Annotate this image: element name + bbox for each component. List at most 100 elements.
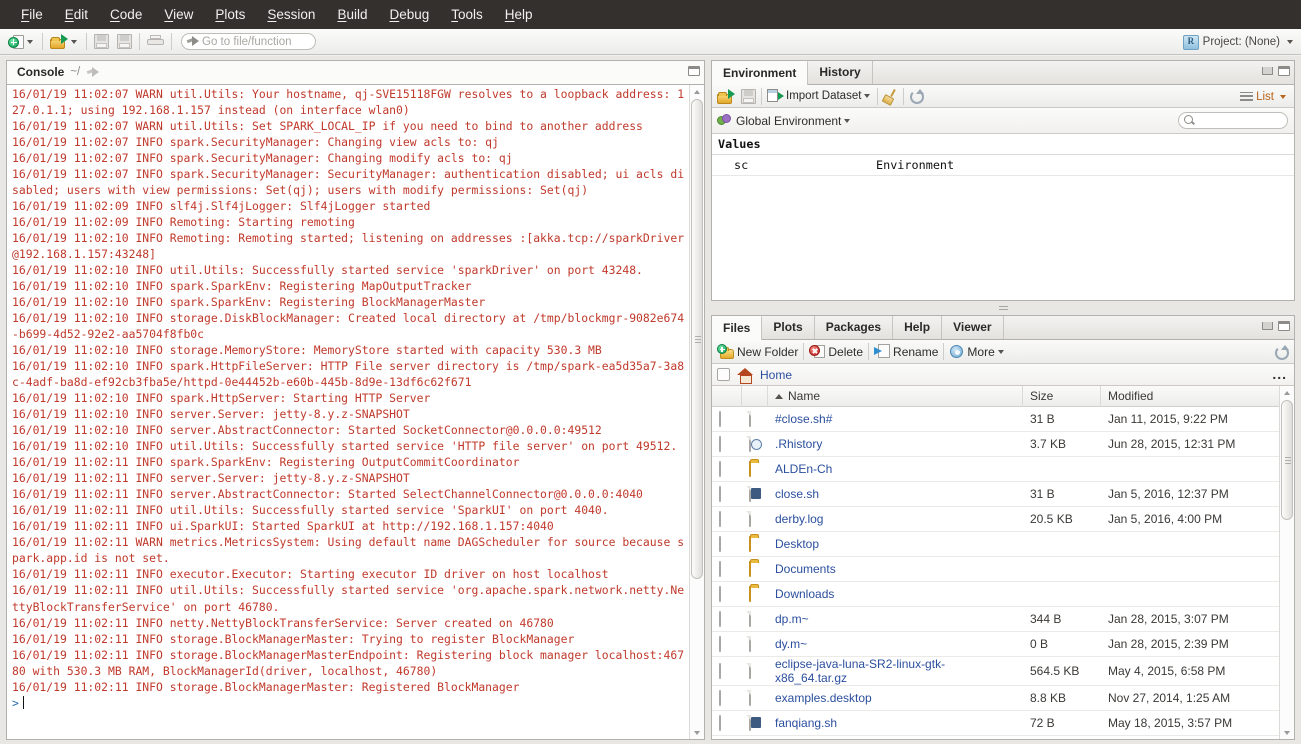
broom-clear-icon[interactable] — [882, 88, 898, 106]
table-row[interactable]: .Rhistory 3.7 KB Jun 28, 2015, 12:31 PM — [712, 432, 1279, 457]
refresh-icon[interactable] — [909, 89, 925, 104]
console-scrollbar[interactable] — [689, 85, 704, 739]
file-name[interactable]: examples.desktop — [768, 691, 1023, 705]
file-name[interactable]: eclipse-java-luna-SR2-linux-gtk-x86_64.t… — [768, 657, 1023, 685]
table-row[interactable]: examples.desktop 8.8 KB Nov 27, 2014, 1:25… — [712, 686, 1279, 711]
table-row[interactable]: eclipse-java-luna-SR2-linux-gtk-x86_64.t… — [712, 657, 1279, 686]
scroll-down-icon[interactable] — [690, 726, 704, 739]
minimize-files-button[interactable] — [1262, 322, 1273, 330]
chevron-down-icon[interactable] — [844, 118, 851, 123]
file-name[interactable]: fanqiang.sh — [768, 716, 1023, 730]
environment-view-mode[interactable]: List — [1240, 85, 1288, 108]
file-name[interactable]: dp.m~ — [768, 612, 1023, 626]
file-name[interactable]: dy.m~ — [768, 637, 1023, 651]
table-row[interactable]: dp.m~ 344 B Jan 28, 2015, 3:07 PM — [712, 607, 1279, 632]
delete-label[interactable]: Delete — [828, 345, 863, 359]
row-checkbox[interactable] — [719, 536, 721, 552]
table-row[interactable]: Documents — [712, 557, 1279, 582]
menu-item-help[interactable]: Help — [494, 3, 544, 26]
scroll-up-icon[interactable] — [1280, 386, 1294, 399]
rename-icon[interactable] — [874, 344, 891, 359]
open-file-button[interactable] — [48, 31, 81, 53]
row-checkbox[interactable] — [719, 663, 721, 679]
save-all-button[interactable] — [115, 31, 134, 53]
print-button[interactable] — [145, 31, 166, 53]
table-row[interactable]: #close.sh# 31 B Jan 11, 2015, 9:22 PM — [712, 407, 1279, 432]
file-name[interactable]: #close.sh# — [768, 412, 1023, 426]
open-in-new-window-icon[interactable] — [86, 66, 100, 79]
table-row[interactable]: Downloads — [712, 582, 1279, 607]
header-size-col[interactable]: Size — [1023, 386, 1101, 407]
breadcrumb-home[interactable]: Home — [760, 368, 792, 382]
load-workspace-icon[interactable] — [717, 88, 735, 104]
files-overflow-menu[interactable]: ... — [1272, 367, 1287, 381]
scroll-down-icon[interactable] — [1280, 726, 1294, 739]
row-checkbox[interactable] — [719, 561, 721, 577]
save-workspace-icon[interactable] — [741, 88, 756, 104]
menu-item-debug[interactable]: Debug — [378, 3, 440, 26]
chevron-down-icon[interactable] — [1280, 94, 1286, 99]
table-row[interactable]: close.sh 31 B Jan 5, 2016, 12:37 PM — [712, 482, 1279, 507]
row-checkbox[interactable] — [719, 511, 721, 527]
console-body[interactable]: 16/01/19 11:02:07 WARN util.Utils: Your … — [7, 85, 704, 739]
chevron-down-icon[interactable] — [27, 39, 33, 44]
environment-row[interactable]: sc Environment — [712, 155, 1294, 176]
menu-item-view[interactable]: View — [153, 3, 204, 26]
chevron-down-icon[interactable] — [864, 94, 871, 98]
tab-files[interactable]: Files — [712, 316, 763, 340]
scroll-up-icon[interactable] — [690, 85, 704, 98]
file-name[interactable]: Desktop — [768, 537, 1023, 551]
file-name[interactable]: ALDEn-Ch — [768, 462, 1023, 476]
table-row[interactable]: ALDEn-Ch — [712, 457, 1279, 482]
menu-item-file[interactable]: File — [10, 3, 54, 26]
file-name[interactable]: Documents — [768, 562, 1023, 576]
table-row[interactable]: dy.m~ 0 B Jan 28, 2015, 2:39 PM — [712, 632, 1279, 657]
row-checkbox[interactable] — [719, 411, 721, 427]
console-prompt[interactable]: > — [12, 695, 686, 711]
menu-item-plots[interactable]: Plots — [204, 3, 256, 26]
tab-packages[interactable]: Packages — [815, 316, 894, 339]
new-folder-label[interactable]: New Folder — [737, 345, 798, 359]
file-name[interactable]: close.sh — [768, 487, 1023, 501]
minimize-environment-button[interactable] — [1262, 67, 1273, 75]
menu-item-session[interactable]: Session — [256, 3, 326, 26]
files-refresh-button[interactable] — [1274, 340, 1289, 363]
tab-viewer[interactable]: Viewer — [942, 316, 1004, 339]
menu-item-edit[interactable]: Edit — [54, 3, 99, 26]
tab-environment[interactable]: Environment — [712, 61, 809, 85]
row-checkbox[interactable] — [719, 611, 721, 627]
environment-scope-label[interactable]: Global Environment — [736, 114, 841, 128]
row-checkbox[interactable] — [719, 690, 721, 706]
pane-splitter[interactable] — [711, 301, 1295, 315]
row-checkbox[interactable] — [719, 636, 721, 652]
new-folder-icon[interactable] — [717, 344, 734, 359]
save-button[interactable] — [92, 31, 111, 53]
row-checkbox[interactable] — [719, 715, 721, 731]
new-file-button[interactable] — [6, 31, 37, 53]
row-checkbox[interactable] — [719, 586, 721, 602]
goto-file-function-input[interactable]: Go to file/function — [181, 33, 316, 50]
chevron-down-icon[interactable] — [997, 349, 1004, 354]
import-dataset-label[interactable]: Import Dataset — [786, 90, 861, 102]
chevron-down-icon[interactable] — [71, 39, 77, 44]
console-scroll-thumb[interactable] — [691, 99, 703, 579]
maximize-files-button[interactable] — [1278, 321, 1290, 331]
chevron-down-icon[interactable] — [1287, 40, 1293, 44]
tab-plots[interactable]: Plots — [762, 316, 815, 339]
gear-icon[interactable] — [949, 344, 964, 359]
files-scrollbar[interactable] — [1279, 386, 1294, 739]
row-checkbox[interactable] — [719, 461, 721, 477]
table-row[interactable]: fanqiang.sh 72 B May 18, 2015, 3:57 PM — [712, 711, 1279, 736]
files-scroll-thumb[interactable] — [1281, 400, 1293, 520]
rename-label[interactable]: Rename — [893, 345, 938, 359]
menu-item-build[interactable]: Build — [326, 3, 378, 26]
table-row[interactable]: derby.log 20.5 KB Jan 5, 2016, 4:00 PM — [712, 507, 1279, 532]
header-modified-col[interactable]: Modified — [1101, 386, 1279, 407]
file-name[interactable]: derby.log — [768, 512, 1023, 526]
table-row[interactable]: Desktop — [712, 532, 1279, 557]
tab-history[interactable]: History — [808, 61, 873, 84]
header-name-col[interactable]: Name — [768, 386, 1023, 407]
file-name[interactable]: .Rhistory — [768, 437, 1023, 451]
select-all-checkbox[interactable] — [717, 368, 730, 381]
environment-search-input[interactable] — [1178, 112, 1288, 129]
